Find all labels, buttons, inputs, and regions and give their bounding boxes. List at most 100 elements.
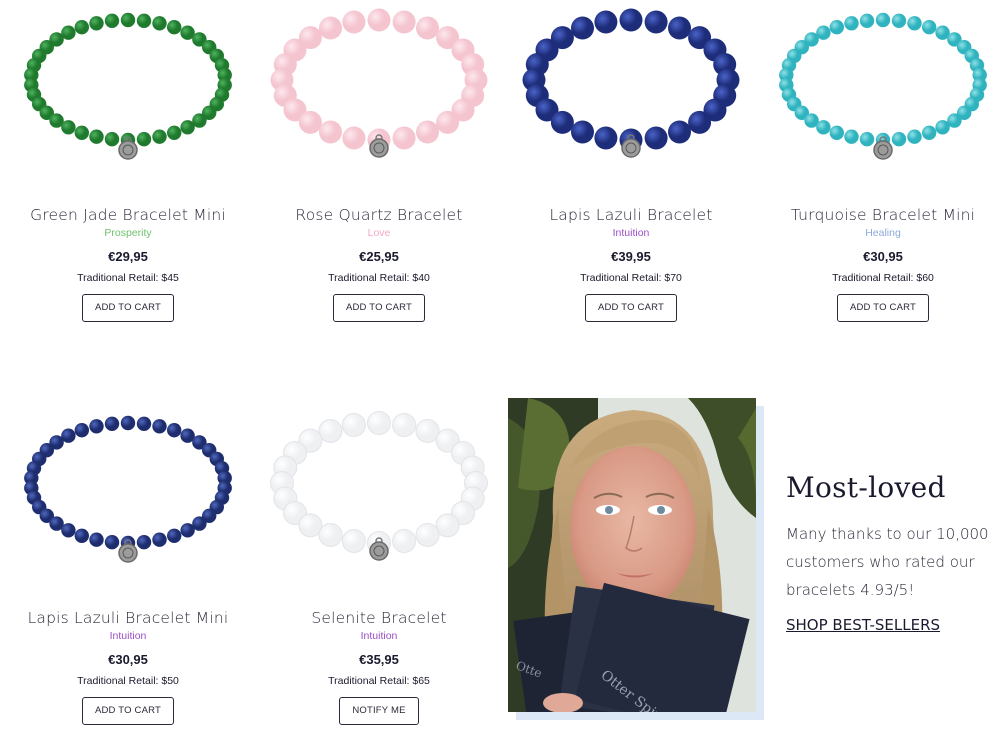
product-price: €30,95 (108, 652, 148, 667)
charm-icon (369, 541, 389, 561)
bead (74, 423, 89, 438)
product-price: €35,95 (359, 652, 399, 667)
bead (152, 129, 167, 144)
traditional-retail: Traditional Retail: $65 (328, 675, 430, 687)
bead (136, 132, 152, 147)
bead (619, 8, 643, 32)
testimonial-photo: Otter Spirit Otte (508, 398, 764, 720)
product-image[interactable] (264, 411, 494, 581)
bead (571, 16, 594, 40)
product-name[interactable]: Lapis Lazuli Bracelet (516, 205, 746, 225)
product-card[interactable]: Green Jade Bracelet Mini Prosperity €29,… (13, 8, 243, 322)
bead (922, 20, 937, 35)
bead (74, 20, 89, 35)
bead (688, 110, 712, 134)
bead (594, 10, 618, 34)
bead (367, 8, 391, 32)
bead (319, 120, 342, 144)
section-title: Most-loved (786, 471, 946, 504)
product-tag: Love (367, 227, 391, 239)
bead (935, 120, 950, 135)
bead (416, 120, 439, 144)
product-image[interactable] (13, 8, 243, 178)
bead (180, 523, 195, 538)
bead (318, 419, 343, 443)
add-to-cart-button[interactable]: ADD TO CART (584, 294, 678, 322)
bead (392, 126, 416, 150)
product-name[interactable]: Green Jade Bracelet Mini (13, 205, 243, 225)
product-tag: Intuition (612, 227, 650, 239)
product-name[interactable]: Lapis Lazuli Bracelet Mini (13, 608, 243, 628)
bead (136, 416, 152, 431)
product-card[interactable]: Turquoise Bracelet Mini Healing €30,95 T… (768, 8, 998, 322)
add-to-cart-button[interactable]: ADD TO CART (332, 294, 426, 322)
bead (415, 419, 440, 443)
section-description: Many thanks to our 10,000 customers who … (786, 525, 989, 599)
bead (367, 411, 391, 435)
bead (859, 13, 875, 28)
product-tag: Prosperity (104, 227, 152, 239)
product-tag: Intuition (109, 630, 147, 642)
bead (875, 12, 891, 28)
product-image[interactable] (264, 8, 494, 178)
traditional-retail: Traditional Retail: $70 (580, 272, 682, 284)
bead (844, 129, 859, 144)
bead (180, 120, 195, 135)
bead (891, 132, 907, 147)
product-image[interactable] (516, 8, 746, 178)
bead (61, 120, 76, 135)
bead (436, 110, 460, 134)
bead (74, 125, 89, 140)
product-price: €39,95 (611, 249, 651, 264)
bead (922, 125, 937, 140)
bead (136, 13, 152, 28)
bead (342, 126, 366, 150)
product-card[interactable]: Selenite Bracelet Intuition €35,95 Tradi… (264, 411, 494, 725)
product-price: €29,95 (108, 249, 148, 264)
bead (89, 16, 104, 31)
bead (167, 125, 182, 140)
bead (167, 528, 182, 543)
bead (298, 513, 323, 538)
product-image[interactable] (768, 8, 998, 178)
shop-best-sellers-link[interactable]: SHOP BEST-SELLERS (786, 616, 940, 634)
bead (167, 423, 182, 438)
bead (152, 532, 167, 547)
bead (104, 13, 120, 28)
notify-me-button[interactable]: NOTIFY ME (339, 697, 419, 725)
bead (341, 529, 366, 553)
bead (392, 529, 417, 553)
bead (136, 535, 152, 550)
bead (152, 419, 167, 434)
add-to-cart-button[interactable]: ADD TO CART (81, 697, 175, 725)
product-tag: Intuition (360, 630, 398, 642)
bead (859, 132, 875, 147)
add-to-cart-button[interactable]: ADD TO CART (81, 294, 175, 322)
product-tag: Healing (865, 227, 901, 239)
bead (152, 16, 167, 31)
product-card[interactable]: Lapis Lazuli Bracelet Intuition €39,95 T… (516, 8, 746, 322)
bead (104, 132, 120, 147)
bead (644, 126, 668, 150)
product-name[interactable]: Rose Quartz Bracelet (264, 205, 494, 225)
bead (120, 12, 136, 28)
product-image[interactable] (13, 411, 243, 581)
bead (891, 13, 907, 28)
bead (392, 10, 416, 34)
traditional-retail: Traditional Retail: $60 (832, 272, 934, 284)
bead (416, 16, 439, 40)
product-name[interactable]: Turquoise Bracelet Mini (768, 205, 998, 225)
bead (844, 16, 859, 31)
most-loved-section: Most-loved Many thanks to our 10,000 cus… (786, 470, 991, 635)
bead (668, 16, 691, 40)
bead (829, 125, 844, 140)
product-card[interactable]: Lapis Lazuli Bracelet Mini Intuition €30… (13, 411, 243, 725)
bead (89, 129, 104, 144)
charm-icon (118, 140, 138, 160)
charm-icon (118, 543, 138, 563)
bead (571, 120, 594, 144)
product-name[interactable]: Selenite Bracelet (264, 608, 494, 628)
bead (74, 528, 89, 543)
product-card[interactable]: Rose Quartz Bracelet Love €25,95 Traditi… (264, 8, 494, 322)
add-to-cart-button[interactable]: ADD TO CART (836, 294, 930, 322)
